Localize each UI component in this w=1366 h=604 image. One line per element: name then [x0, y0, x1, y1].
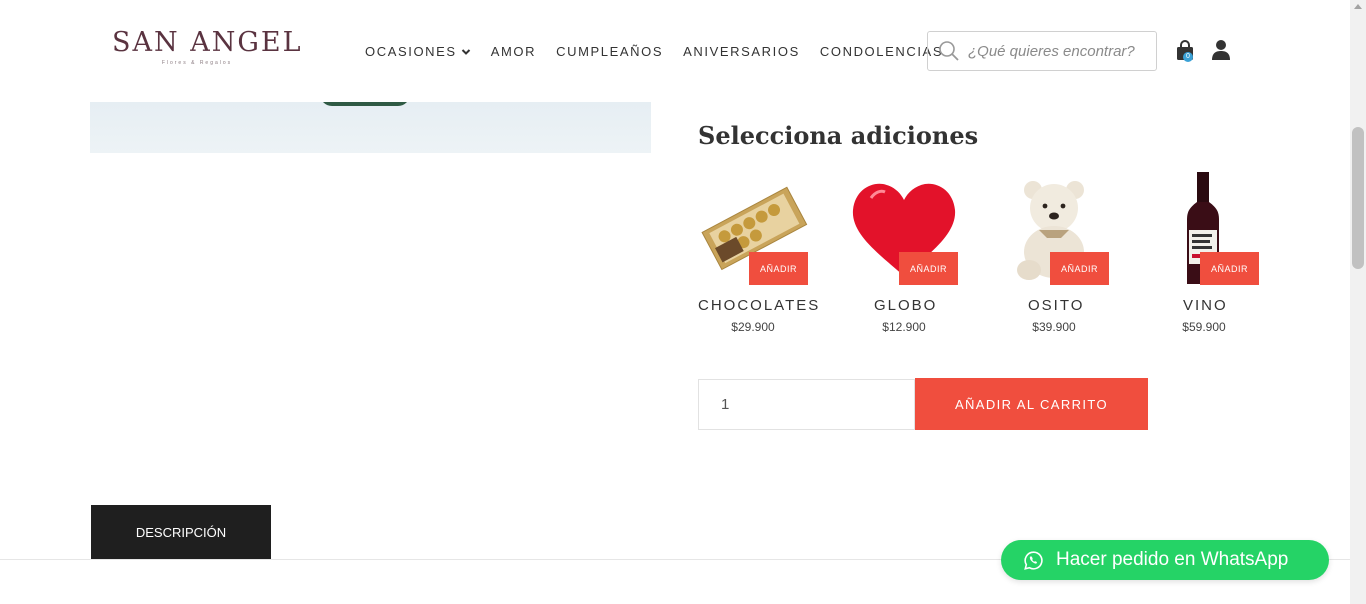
- scrollbar[interactable]: [1350, 0, 1366, 604]
- cart-count-badge: 0: [1183, 52, 1193, 62]
- scrollbar-thumb[interactable]: [1352, 127, 1364, 269]
- scroll-up-arrow-icon[interactable]: [1354, 4, 1362, 9]
- logo-text: SAN ANGEL: [112, 27, 303, 58]
- add-osito-button[interactable]: AÑADIR: [1050, 252, 1109, 285]
- nav-item-condolencias[interactable]: CONDOLENCIAS: [820, 44, 943, 59]
- site-header: SAN ANGEL Flores & Regalos OCASIONES AMO…: [0, 0, 1350, 102]
- addon-price: $59.900: [1182, 320, 1226, 334]
- whatsapp-label: Hacer pedido en WhatsApp: [1056, 549, 1289, 570]
- addon-name: OSITO: [1028, 297, 1085, 314]
- nav-item-label: CUMPLEAÑOS: [556, 44, 664, 59]
- nav-item-aniversarios[interactable]: ANIVERSARIOS: [683, 44, 800, 59]
- addon-name: GLOBO: [874, 297, 938, 314]
- addon-item-osito: AÑADIR OSITO $39.900: [999, 172, 1119, 342]
- addon-name: VINO: [1183, 297, 1228, 314]
- addon-item-vino: AÑADIR VINO $59.900: [1149, 172, 1269, 342]
- whatsapp-icon: [1024, 550, 1043, 570]
- addon-name: CHOCOLATES: [698, 297, 821, 314]
- search-box[interactable]: [927, 31, 1157, 71]
- nav-item-label: AMOR: [490, 44, 537, 59]
- add-vino-button[interactable]: AÑADIR: [1200, 252, 1259, 285]
- product-image: [90, 102, 651, 153]
- whatsapp-order-button[interactable]: Hacer pedido en WhatsApp: [1001, 540, 1329, 580]
- vase-rim: [320, 102, 410, 106]
- logo-subtitle: Flores & Regalos: [161, 60, 233, 66]
- addon-item-chocolates: AÑADIR CHOCOLATES $29.900: [698, 172, 818, 342]
- nav-item-cumpleanos[interactable]: CUMPLEAÑOS: [556, 44, 663, 59]
- addon-price: $12.900: [882, 320, 926, 334]
- nav-item-label: CONDOLENCIAS: [819, 44, 944, 59]
- add-chocolates-button[interactable]: AÑADIR: [749, 252, 808, 285]
- additions-title: Selecciona adiciones: [698, 121, 979, 150]
- addon-price: $39.900: [1032, 320, 1076, 334]
- search-icon[interactable]: [938, 40, 960, 62]
- quantity-input[interactable]: [698, 379, 915, 430]
- site-logo[interactable]: SAN ANGEL Flores & Regalos: [112, 27, 303, 72]
- tab-description[interactable]: DESCRIPCIÓN: [91, 505, 271, 559]
- nav-item-label: OCASIONES: [365, 44, 457, 59]
- add-globo-button[interactable]: AÑADIR: [899, 252, 958, 285]
- main-nav: OCASIONES AMOR CUMPLEAÑOS ANIVERSARIOS C…: [365, 44, 963, 59]
- search-input[interactable]: [968, 42, 1148, 60]
- nav-item-ocasiones[interactable]: OCASIONES: [365, 44, 471, 59]
- addon-price: $29.900: [731, 320, 775, 334]
- add-to-cart-button[interactable]: AÑADIR AL CARRITO: [915, 378, 1148, 430]
- nav-item-amor[interactable]: AMOR: [491, 44, 536, 59]
- addon-item-globo: AÑADIR GLOBO $12.900: [849, 172, 969, 342]
- user-icon[interactable]: [1211, 39, 1231, 61]
- chevron-down-icon: [461, 48, 470, 55]
- nav-item-label: ANIVERSARIOS: [683, 44, 800, 59]
